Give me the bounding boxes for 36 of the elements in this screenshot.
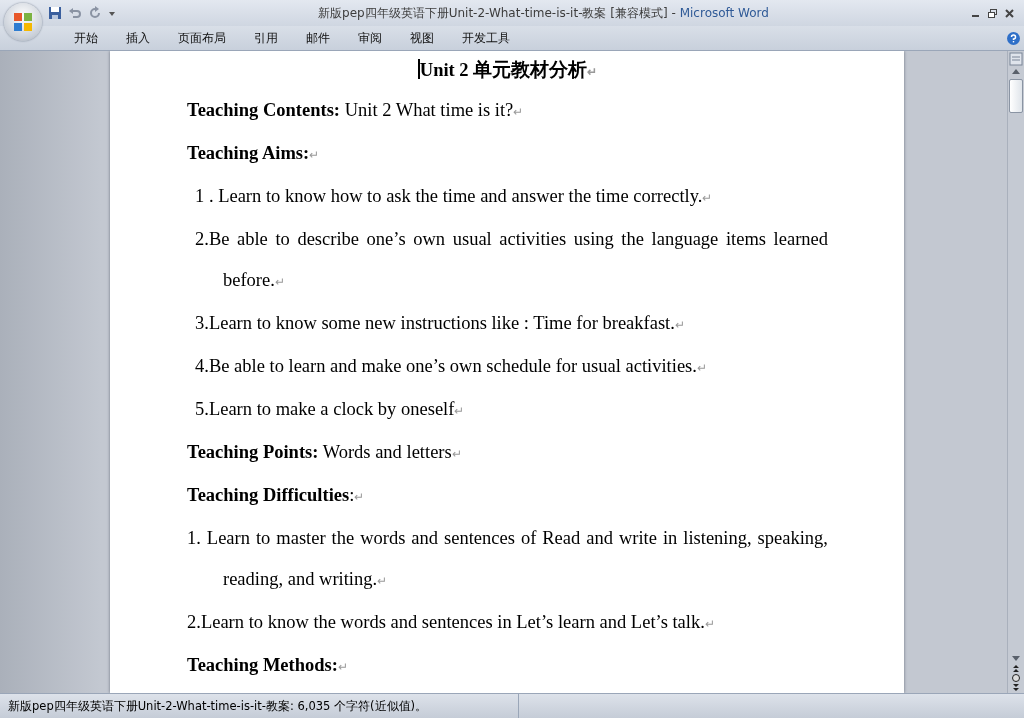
paragraph: Teaching Aims:↵ [187, 143, 321, 165]
vertical-scrollbar[interactable] [1007, 51, 1024, 693]
paragraph: 3.Learn to know some new instructions like : Time for breakfast.↵ [194, 312, 686, 335]
office-logo-icon [12, 11, 34, 33]
ribbon-tab[interactable]: 插入 [112, 27, 164, 49]
office-button[interactable] [4, 3, 42, 41]
paragraph: Teaching Points: Words and letters↵ [187, 442, 463, 464]
ribbon-tab[interactable]: 开发工具 [448, 27, 524, 49]
dropdown-icon[interactable] [108, 9, 116, 17]
paragraph: 2.Learn to know the words and sentences in Let’s learn and Let’s talk.↵ [187, 612, 716, 634]
ruler-toggle-icon [1009, 51, 1023, 67]
paragraph: 4.Be able to learn and make one’s own schedule for usual activities.↵ [194, 355, 708, 378]
document-title: Unit 2 单元教材分析↵ [416, 58, 599, 82]
scroll-down-icon [1011, 655, 1021, 663]
restore-icon[interactable] [988, 8, 997, 18]
status-text: 新版pep四年级英语下册Unit-2-What-time-is-it-教案: 6,035 个字符(近似值)。 [0, 694, 519, 718]
ribbon-tab[interactable]: 页面布局 [164, 27, 240, 49]
browse-object-icon [1011, 673, 1021, 683]
previous-page-icon [1011, 663, 1021, 673]
paragraph: Teaching Contents: Unit 2 What time is it?↵ [187, 100, 525, 122]
paragraph: 1. Learn to master the words and sentences of Read and write in listening, speaking, reading, and writing.↵ [187, 527, 828, 591]
ribbon-tab[interactable]: 视图 [396, 27, 448, 49]
paragraph: 1 . Learn to know how to ask the time and answer the time correctly.↵ [194, 185, 714, 208]
save-icon[interactable] [48, 6, 62, 20]
paragraph: 5.Learn to make a clock by oneself↵ [194, 398, 466, 421]
help-icon[interactable] [1007, 31, 1020, 45]
ribbon-tab[interactable]: 邮件 [292, 27, 344, 49]
ribbon-tab[interactable]: 引用 [240, 27, 292, 49]
scroll-thumb[interactable] [1009, 79, 1023, 113]
paragraph: 2.Be able to describe one’s own usual activities using the language items learned before.↵ [194, 228, 828, 292]
paragraph: Teaching Difficulties:↵ [187, 485, 366, 507]
paragraph: Teaching Methods:↵ [187, 655, 349, 677]
window-title: 新版pep四年级英语下册Unit-2-What-time-is-it-教案 [兼容模式] - Microsoft Word [317, 4, 770, 22]
close-icon[interactable] [1005, 8, 1014, 18]
ribbon-tab[interactable]: 开始 [60, 27, 112, 49]
ribbon-tab[interactable]: 审阅 [344, 27, 396, 49]
